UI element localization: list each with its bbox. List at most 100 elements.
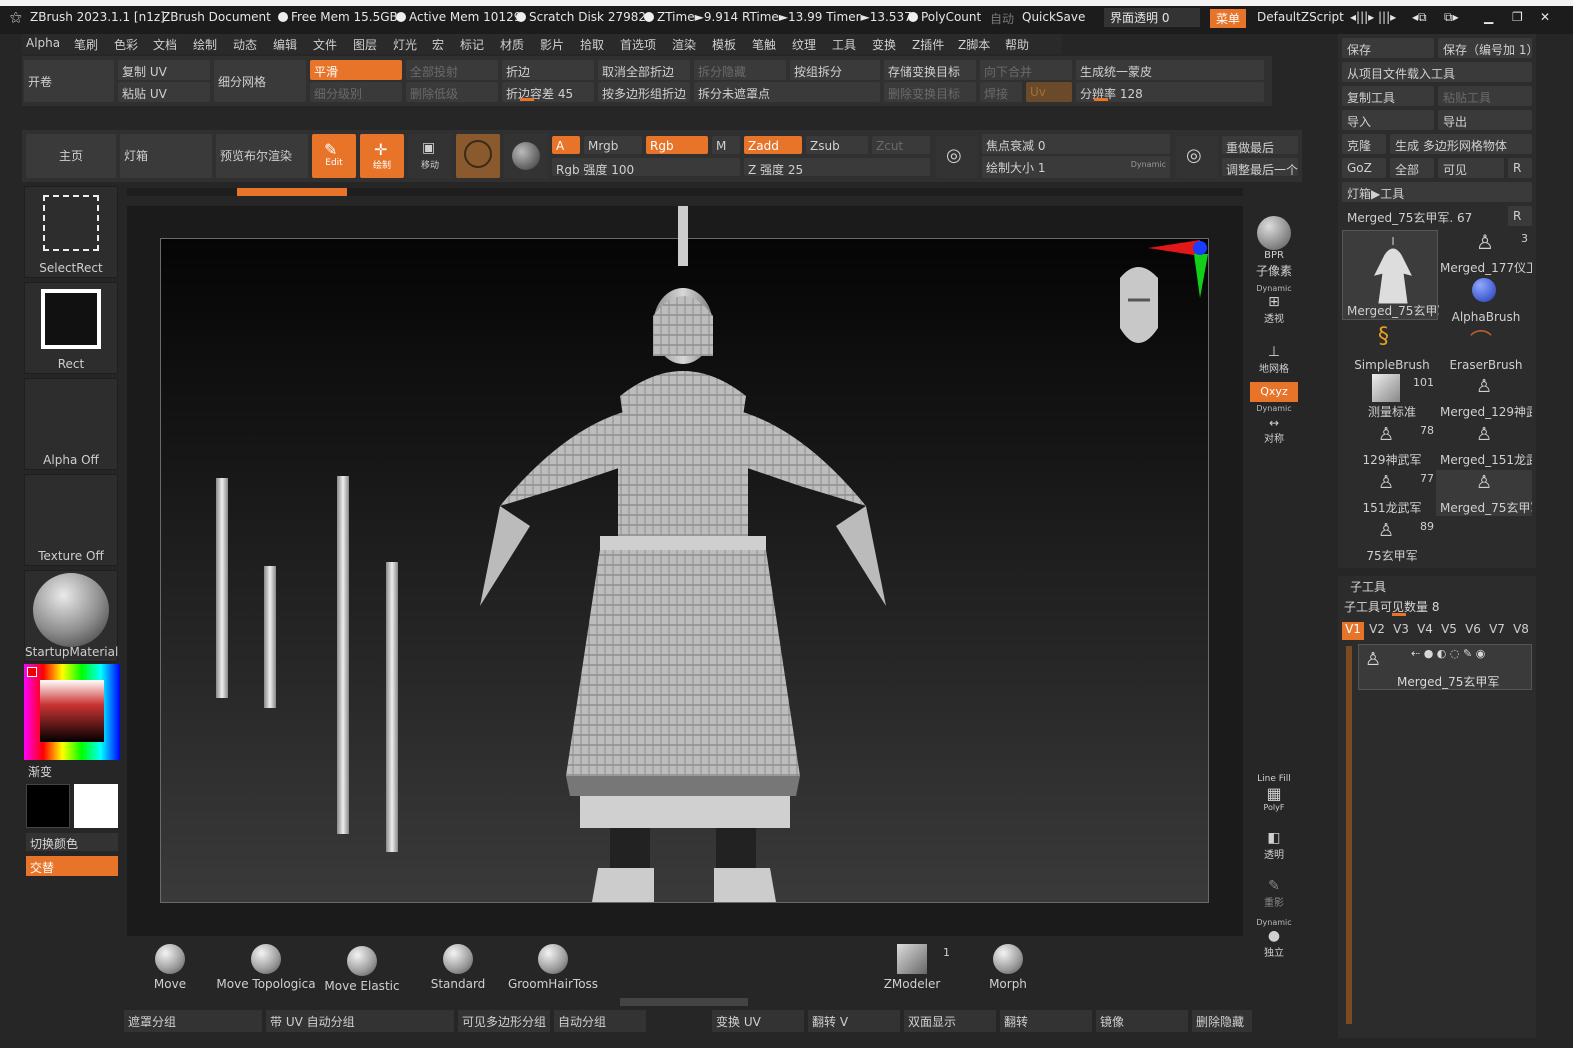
flip-button[interactable]: 翻转 bbox=[1000, 1010, 1092, 1032]
r-button-2[interactable]: R bbox=[1508, 206, 1532, 226]
gradient-label[interactable]: 渐变 bbox=[28, 763, 52, 780]
menu-layer[interactable]: 图层 bbox=[353, 36, 377, 53]
menu-document[interactable]: 文档 bbox=[153, 36, 177, 53]
copy-tool-button[interactable]: 复制工具 bbox=[1342, 86, 1434, 106]
save-button[interactable]: 保存 bbox=[1342, 38, 1434, 58]
tool-thumb-129[interactable]: ♙ 78 129神武军 bbox=[1342, 422, 1438, 468]
edit-button[interactable]: ✎ Edit bbox=[312, 134, 356, 178]
visible-polygroup-button[interactable]: 可见多边形分组 bbox=[458, 1010, 550, 1032]
menu-movie-dyn[interactable]: 动态 bbox=[233, 36, 257, 53]
floor-button[interactable]: ⊥ 地网格 bbox=[1250, 344, 1298, 375]
lazy-mouse-icon[interactable]: ◎ bbox=[1176, 136, 1218, 178]
palette-icon-2[interactable]: ⧉▸ bbox=[1444, 10, 1459, 25]
auto-groups-button[interactable]: 自动分组 bbox=[554, 1010, 646, 1032]
weld-button[interactable]: 焊接 bbox=[980, 82, 1022, 102]
mirror-button[interactable]: 镜像 bbox=[1096, 1010, 1188, 1032]
subpixel-label[interactable]: 子像素 bbox=[1250, 262, 1298, 279]
vtab-v4[interactable]: V4 bbox=[1414, 622, 1436, 640]
split-hidden-button[interactable]: 拆分隐藏 bbox=[694, 60, 786, 80]
menu-marker[interactable]: 标记 bbox=[460, 36, 484, 53]
import-button[interactable]: 导入 bbox=[1342, 110, 1434, 130]
double-sided-button[interactable]: 双面显示 bbox=[904, 1010, 996, 1032]
merge-down-button[interactable]: 向下合并 bbox=[980, 60, 1072, 80]
tool-thumb-151-merged[interactable]: ♙ Merged_151龙武 bbox=[1436, 422, 1532, 468]
tool-thumb-2[interactable]: ♙ 3 Merged_177仪卫 bbox=[1436, 230, 1532, 276]
tool-thumb-main[interactable]: Merged_75玄甲军 bbox=[1342, 230, 1439, 320]
menu-picker[interactable]: 拾取 bbox=[580, 36, 604, 53]
home-button[interactable]: 主页 bbox=[26, 134, 116, 178]
crease-tolerance-slider[interactable]: 折边容差 45 bbox=[502, 82, 594, 102]
uv-autogroups-button[interactable]: 带 UV 自动分组 bbox=[266, 1010, 454, 1032]
menu-transform[interactable]: 变换 bbox=[872, 36, 896, 53]
crease-button[interactable]: 折边 bbox=[502, 60, 594, 80]
bpr-button[interactable]: BPR bbox=[1250, 216, 1298, 261]
paste-tool-button[interactable]: 粘贴工具 bbox=[1438, 86, 1532, 106]
resolution-slider[interactable]: 分辨率 128 bbox=[1076, 82, 1264, 102]
menu-render[interactable]: 渲染 bbox=[672, 36, 696, 53]
subtool-visible-count-slider[interactable]: 子工具可见数量 8 bbox=[1344, 598, 1530, 616]
export-button[interactable]: 导出 bbox=[1438, 110, 1532, 130]
delete-hidden-button[interactable]: 删除隐藏 bbox=[1192, 1010, 1252, 1032]
brush-zmodeler[interactable]: ZModeler 1 bbox=[880, 944, 950, 991]
zadd-toggle[interactable]: Zadd bbox=[744, 136, 802, 154]
menu-light[interactable]: 灯光 bbox=[393, 36, 417, 53]
armored-warrior-model[interactable] bbox=[470, 206, 900, 906]
stroke-selectrect-tile[interactable]: SelectRect bbox=[24, 186, 118, 278]
menu-help[interactable]: 帮助 bbox=[1005, 36, 1029, 53]
mask-groups-button[interactable]: 遮罩分组 bbox=[124, 1010, 262, 1032]
lightbox-button[interactable]: 灯箱 bbox=[120, 134, 212, 178]
alpha-tile[interactable]: Alpha Off bbox=[24, 378, 118, 470]
spotlight-icon[interactable]: ◎ bbox=[936, 136, 978, 178]
menu-preferences[interactable]: 首选项 bbox=[620, 36, 656, 53]
menu-macro[interactable]: 宏 bbox=[432, 36, 444, 53]
brush-move-topological[interactable]: Move Topologica bbox=[216, 944, 316, 991]
delete-lower-button[interactable]: 删除低级 bbox=[406, 82, 498, 102]
default-zscript[interactable]: DefaultZScript bbox=[1257, 10, 1344, 24]
vtab-v3[interactable]: V3 bbox=[1390, 622, 1412, 640]
scale-button[interactable] bbox=[456, 134, 500, 178]
zcut-toggle[interactable]: Zcut bbox=[872, 136, 930, 154]
brush-morph[interactable]: Morph bbox=[984, 944, 1032, 991]
zbrush-logo-icon[interactable]: ⚝ bbox=[10, 10, 22, 25]
ui-opacity-slider[interactable]: 界面透明 0 bbox=[1104, 8, 1200, 27]
focal-shift-slider[interactable]: 焦点衰减 0 bbox=[982, 134, 1170, 154]
brush-standard[interactable]: Standard bbox=[426, 944, 490, 991]
menu-brush[interactable]: 笔刷 bbox=[74, 36, 98, 53]
vtab-v8[interactable]: V8 bbox=[1510, 622, 1532, 640]
vtab-v2[interactable]: V2 bbox=[1366, 622, 1388, 640]
layout-icon-1[interactable]: ◂|||▸ bbox=[1350, 10, 1374, 24]
transparency-button[interactable]: ◧ 透明 bbox=[1250, 830, 1298, 861]
load-from-project-button[interactable]: 从项目文件载入工具 bbox=[1342, 62, 1532, 82]
rotate-button[interactable] bbox=[504, 134, 548, 178]
quicksave-button[interactable]: QuickSave bbox=[1022, 10, 1085, 24]
menu-file[interactable]: 文件 bbox=[313, 36, 337, 53]
subtool-toggle-icons[interactable]: ⇠ ● ◐ ◌ ✎ ◉ bbox=[1411, 647, 1485, 660]
solo-button[interactable]: ● 独立 bbox=[1250, 928, 1298, 959]
visible-button[interactable]: 可见 bbox=[1438, 158, 1504, 178]
open-scroll-button[interactable]: 开卷 bbox=[24, 60, 114, 102]
rgb-intensity-slider[interactable]: Rgb 强度 100 bbox=[552, 158, 740, 176]
draw-button[interactable]: ✛ 绘制 bbox=[360, 134, 404, 178]
store-morph-button[interactable]: 存储变换目标 bbox=[884, 60, 976, 80]
uncrease-all-button[interactable]: 取消全部折边 bbox=[598, 60, 690, 80]
color-picker[interactable] bbox=[24, 664, 120, 760]
doc-title[interactable]: ZBrush Document bbox=[162, 10, 271, 24]
smooth-toggle[interactable]: 平滑 bbox=[310, 60, 402, 80]
copy-uv-button[interactable]: 复制 UV bbox=[118, 60, 210, 80]
tool-thumb-75[interactable]: ♙ 89 75玄甲军 bbox=[1342, 518, 1438, 564]
replay-last-button[interactable]: 重做最后 bbox=[1222, 136, 1298, 154]
menu-edit[interactable]: 编辑 bbox=[273, 36, 297, 53]
brush-move[interactable]: Move bbox=[150, 944, 190, 991]
sword-scabbard-2[interactable] bbox=[386, 562, 398, 852]
tool-thumb-alphabrush[interactable]: AlphaBrush bbox=[1436, 278, 1532, 324]
close-icon[interactable]: ✕ bbox=[1540, 10, 1550, 24]
maximize-icon[interactable]: ❐ bbox=[1512, 10, 1523, 24]
layout-icon-2[interactable]: |||▸ bbox=[1378, 10, 1396, 24]
replay-last-rel-button[interactable]: 调整最后一个 bbox=[1222, 158, 1298, 176]
zsub-toggle[interactable]: Zsub bbox=[806, 136, 868, 154]
current-tool-slider[interactable]: Merged_75玄甲军. 67 bbox=[1342, 206, 1504, 226]
crease-polygroups-button[interactable]: 按多边形组折边 bbox=[598, 82, 690, 102]
delete-morph-button[interactable]: 删除变换目标 bbox=[884, 82, 976, 102]
minimize-icon[interactable]: ▁ bbox=[1484, 10, 1493, 24]
xyz-toggle[interactable]: Qxyz bbox=[1250, 382, 1298, 402]
